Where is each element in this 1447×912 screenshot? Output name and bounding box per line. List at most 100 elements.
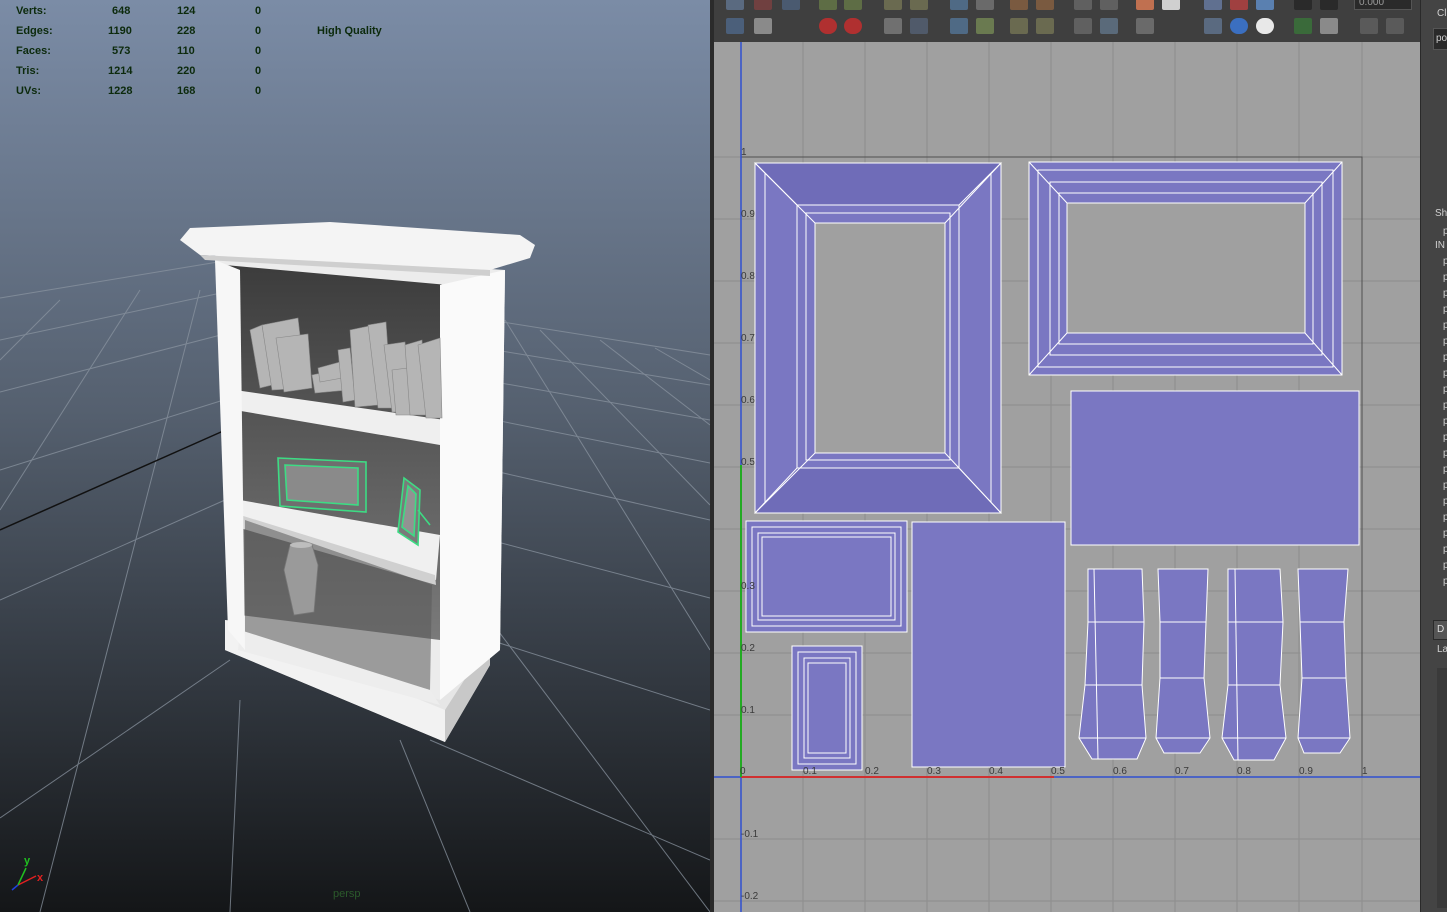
channel-row[interactable]: p <box>1443 416 1447 427</box>
uv-zoom-field[interactable]: 0.000 <box>1354 0 1412 10</box>
uv-paste-icon[interactable] <box>1386 18 1404 34</box>
channel-row[interactable]: p <box>1443 336 1447 347</box>
uv-select-icon[interactable] <box>726 0 744 10</box>
channel-row[interactable]: p <box>1443 496 1447 507</box>
uv-split-icon[interactable] <box>910 0 928 10</box>
channel-row[interactable]: p <box>1443 304 1447 315</box>
hud-faces-c: 0 <box>255 45 262 57</box>
channel-row[interactable]: p <box>1443 226 1447 237</box>
uv-alpha-icon[interactable] <box>1256 18 1274 34</box>
object-name-field[interactable]: po <box>1433 28 1447 50</box>
uv-checker2-icon[interactable] <box>1320 18 1338 34</box>
uv-display-grid-icon[interactable] <box>1204 0 1222 10</box>
channel-row[interactable]: p <box>1443 384 1447 395</box>
uv-shell-picture <box>911 521 1066 768</box>
uv-grid-icon[interactable] <box>1074 0 1092 10</box>
hud-verts-b: 124 <box>177 5 196 17</box>
layers-menu[interactable]: La <box>1437 644 1447 655</box>
uv-align-icon[interactable] <box>884 18 902 34</box>
channel-row[interactable]: p <box>1443 528 1447 539</box>
hud-uvs-a: 1228 <box>108 85 133 97</box>
uv-rotate-ccw-icon[interactable] <box>819 18 837 34</box>
uv-shell-frame-tiny <box>791 645 863 771</box>
display-layer-tab[interactable]: D <box>1433 620 1447 640</box>
uv-lattice-icon[interactable] <box>754 0 772 10</box>
channel-row[interactable]: p <box>1443 320 1447 331</box>
uv-snap-icon[interactable] <box>910 18 928 34</box>
channel-row[interactable]: p <box>1443 368 1447 379</box>
uv-rgb-icon[interactable] <box>1230 18 1248 34</box>
uv-straighten-icon[interactable] <box>1010 0 1028 10</box>
uv-dim-icon[interactable] <box>1136 18 1154 34</box>
channel-row[interactable]: p <box>1443 480 1447 491</box>
v-tick-label: 0.3 <box>741 581 755 592</box>
poly-count-hud: Verts: 648 124 0 Edges: 1190 228 0 High … <box>0 0 710 110</box>
uv-isolate-icon[interactable] <box>1204 18 1222 34</box>
uv-layout-icon[interactable] <box>950 0 968 10</box>
channel-row[interactable]: p <box>1443 576 1447 587</box>
channel-row[interactable]: p <box>1443 512 1447 523</box>
uv-shade-icon[interactable] <box>1256 0 1274 10</box>
v-tick-label: 0.9 <box>741 209 755 220</box>
hud-uvs-label: UVs: <box>16 85 42 97</box>
uv-grid2-icon[interactable] <box>1100 0 1118 10</box>
uv-toolbar: 0.000 <box>714 0 1420 43</box>
v-tick-label: 1 <box>741 147 747 158</box>
display-tab-label: D <box>1437 624 1445 635</box>
uv-texture-editor[interactable]: 0.000 0 0.1 0.2 0.3 0.4 0.5 0.6 0.7 0.8 … <box>714 0 1420 912</box>
uv-cut-icon[interactable] <box>754 18 772 34</box>
uv-shell2-icon[interactable] <box>1100 18 1118 34</box>
uv-image-icon[interactable] <box>1136 0 1154 10</box>
uv-shell-icon[interactable] <box>1074 18 1092 34</box>
uv-color-icon[interactable] <box>1294 18 1312 34</box>
uv-distortion2-icon[interactable] <box>1320 0 1338 10</box>
uv-shell-vase-2 <box>1155 568 1211 754</box>
uv-grid-view[interactable]: 0 0.1 0.2 0.3 0.4 0.5 0.6 0.7 0.8 0.9 1 … <box>714 42 1420 912</box>
uv-unfold-icon[interactable] <box>950 18 968 34</box>
uv-pixel-snap-icon[interactable] <box>1230 0 1248 10</box>
uv-unpin-icon[interactable] <box>1036 18 1054 34</box>
hud-faces-b: 110 <box>177 45 195 57</box>
uv-flip-v-icon[interactable] <box>844 0 862 10</box>
u-tick-label: 0.1 <box>803 766 817 777</box>
u-tick-label: 1 <box>1362 766 1368 777</box>
axis-y-label: y <box>24 855 31 867</box>
channel-row[interactable]: p <box>1443 544 1447 555</box>
shapes-header: Sh <box>1435 208 1447 219</box>
panel-cl-label: Cl <box>1437 8 1447 19</box>
uv-flip-u-icon[interactable] <box>819 0 837 10</box>
channel-row[interactable]: p <box>1443 464 1447 475</box>
uv-normalize-icon[interactable] <box>1036 0 1054 10</box>
channel-row[interactable]: p <box>1443 432 1447 443</box>
uv-pin-icon[interactable] <box>1010 18 1028 34</box>
hud-tris-label: Tris: <box>16 65 40 77</box>
channel-row[interactable]: p <box>1443 288 1447 299</box>
uv-stack-icon[interactable] <box>976 0 994 10</box>
perspective-viewport[interactable]: Verts: 648 124 0 Edges: 1190 228 0 High … <box>0 0 710 912</box>
viewport-scene[interactable] <box>0 0 710 912</box>
channel-row[interactable]: p <box>1443 352 1447 363</box>
uv-copy-icon[interactable] <box>1360 18 1378 34</box>
channel-row[interactable]: p <box>1443 272 1447 283</box>
uv-sew-icon[interactable] <box>884 0 902 10</box>
channel-row[interactable]: p <box>1443 448 1447 459</box>
channel-row[interactable]: p <box>1443 256 1447 267</box>
uv-shell-vase-4 <box>1297 568 1351 754</box>
v-tick-label: -0.2 <box>741 891 759 902</box>
uv-relax-icon[interactable] <box>976 18 994 34</box>
uv-move-icon[interactable] <box>782 0 800 10</box>
uv-smudge-icon[interactable] <box>726 18 744 34</box>
channel-row[interactable]: p <box>1443 560 1447 571</box>
v-tick-label: -0.1 <box>741 829 759 840</box>
uv-shell-frame-wide <box>1028 161 1343 376</box>
v-tick-label: 0.7 <box>741 333 755 344</box>
u-tick-label: 0 <box>740 766 746 777</box>
uv-distortion-icon[interactable] <box>1294 0 1312 10</box>
layer-list[interactable] <box>1437 668 1447 908</box>
uv-rotate-cw-icon[interactable] <box>844 18 862 34</box>
channel-row[interactable]: p <box>1443 400 1447 411</box>
uv-shell-back-panel <box>1070 390 1360 546</box>
hud-tris-b: 220 <box>177 65 196 77</box>
hud-tris-c: 0 <box>255 65 262 77</box>
uv-checker-icon[interactable] <box>1162 0 1180 10</box>
